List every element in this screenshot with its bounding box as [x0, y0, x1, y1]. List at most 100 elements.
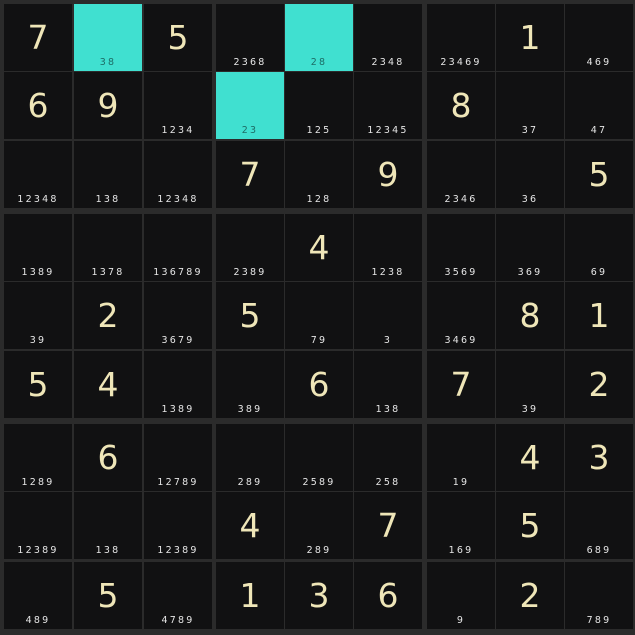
sudoku-cell-r8-c1[interactable]: 12389: [4, 492, 72, 559]
sudoku-cell-r5-c7[interactable]: 3469: [427, 282, 495, 349]
sudoku-cell-r8-c2[interactable]: 138: [74, 492, 142, 559]
sudoku-cell-r6-c7[interactable]: 7: [427, 351, 495, 418]
sudoku-cell-r3-c2[interactable]: 138: [74, 141, 142, 208]
sudoku-cell-r2-c3[interactable]: 1234: [144, 72, 212, 139]
sudoku-cell-r3-c7[interactable]: 2346: [427, 141, 495, 208]
sudoku-cell-r5-c5[interactable]: 79: [285, 282, 353, 349]
cell-value: 2: [519, 576, 541, 615]
cell-value: 3: [308, 576, 330, 615]
sudoku-cell-r6-c5[interactable]: 6: [285, 351, 353, 418]
sudoku-cell-r2-c5[interactable]: 125: [285, 72, 353, 139]
sudoku-cell-r3-c8[interactable]: 36: [496, 141, 564, 208]
cell-value: 6: [377, 576, 399, 615]
sudoku-cell-r4-c2[interactable]: 1378: [74, 214, 142, 281]
sudoku-cell-r8-c5[interactable]: 289: [285, 492, 353, 559]
cell-candidates: 289: [237, 477, 263, 488]
cell-candidates: 689: [586, 545, 612, 556]
sudoku-cell-r7-c8[interactable]: 4: [496, 424, 564, 491]
cell-value: 7: [450, 365, 472, 404]
sudoku-cell-r5-c1[interactable]: 39: [4, 282, 72, 349]
sudoku-cell-r4-c6[interactable]: 1238: [354, 214, 422, 281]
sudoku-cell-r1-c4[interactable]: 2368: [216, 4, 284, 71]
sudoku-cell-r6-c3[interactable]: 1389: [144, 351, 212, 418]
sudoku-cell-r6-c6[interactable]: 138: [354, 351, 422, 418]
sudoku-cell-r6-c8[interactable]: 39: [496, 351, 564, 418]
sudoku-cell-r7-c6[interactable]: 258: [354, 424, 422, 491]
cell-candidates: 39: [29, 335, 47, 346]
sudoku-cell-r1-c7[interactable]: 23469: [427, 4, 495, 71]
cell-value: 5: [167, 18, 189, 57]
sudoku-cell-r7-c1[interactable]: 1289: [4, 424, 72, 491]
sudoku-cell-r3-c5[interactable]: 128: [285, 141, 353, 208]
sudoku-cell-r7-c3[interactable]: 12789: [144, 424, 212, 491]
sudoku-cell-r8-c4[interactable]: 4: [216, 492, 284, 559]
sudoku-cell-r4-c3[interactable]: 136789: [144, 214, 212, 281]
sudoku-cell-r7-c2[interactable]: 6: [74, 424, 142, 491]
cell-value: 4: [97, 365, 119, 404]
sudoku-cell-r6-c9[interactable]: 2: [565, 351, 633, 418]
sudoku-cell-r6-c2[interactable]: 4: [74, 351, 142, 418]
sudoku-cell-r8-c7[interactable]: 169: [427, 492, 495, 559]
sudoku-cell-r5-c9[interactable]: 1: [565, 282, 633, 349]
sudoku-cell-r1-c2[interactable]: 38: [74, 4, 142, 71]
sudoku-cell-r5-c6[interactable]: 3: [354, 282, 422, 349]
sudoku-cell-r3-c4[interactable]: 7: [216, 141, 284, 208]
sudoku-cell-r8-c8[interactable]: 5: [496, 492, 564, 559]
cell-candidates: 1389: [161, 404, 195, 415]
sudoku-cell-r2-c4[interactable]: 23: [216, 72, 284, 139]
sudoku-cell-r9-c1[interactable]: 489: [4, 562, 72, 629]
sudoku-cell-r2-c6[interactable]: 12345: [354, 72, 422, 139]
sudoku-cell-r7-c9[interactable]: 3: [565, 424, 633, 491]
cell-value: 1: [239, 576, 261, 615]
sudoku-cell-r9-c3[interactable]: 4789: [144, 562, 212, 629]
sudoku-cell-r4-c5[interactable]: 4: [285, 214, 353, 281]
sudoku-cell-r1-c3[interactable]: 5: [144, 4, 212, 71]
sudoku-cell-r9-c9[interactable]: 789: [565, 562, 633, 629]
cell-value: 4: [239, 506, 261, 545]
sudoku-cell-r7-c7[interactable]: 19: [427, 424, 495, 491]
sudoku-cell-r8-c6[interactable]: 7: [354, 492, 422, 559]
sudoku-cell-r1-c6[interactable]: 2348: [354, 4, 422, 71]
cell-value: 6: [27, 86, 49, 125]
sudoku-cell-r4-c7[interactable]: 3569: [427, 214, 495, 281]
cell-candidates: 2589: [302, 477, 336, 488]
sudoku-cell-r2-c2[interactable]: 9: [74, 72, 142, 139]
sudoku-cell-r6-c4[interactable]: 389: [216, 351, 284, 418]
sudoku-cell-r1-c8[interactable]: 1: [496, 4, 564, 71]
sudoku-cell-r4-c9[interactable]: 69: [565, 214, 633, 281]
sudoku-cell-r9-c7[interactable]: 9: [427, 562, 495, 629]
sudoku-cell-r5-c8[interactable]: 8: [496, 282, 564, 349]
sudoku-cell-r6-c1[interactable]: 5: [4, 351, 72, 418]
sudoku-cell-r3-c9[interactable]: 5: [565, 141, 633, 208]
sudoku-cell-r5-c4[interactable]: 5: [216, 282, 284, 349]
cell-value: 8: [519, 296, 541, 335]
sudoku-cell-r4-c1[interactable]: 1389: [4, 214, 72, 281]
sudoku-cell-r3-c3[interactable]: 12348: [144, 141, 212, 208]
cell-candidates: 79: [310, 335, 328, 346]
sudoku-cell-r8-c3[interactable]: 12389: [144, 492, 212, 559]
sudoku-cell-r9-c6[interactable]: 6: [354, 562, 422, 629]
sudoku-cell-r2-c8[interactable]: 37: [496, 72, 564, 139]
sudoku-cell-r1-c9[interactable]: 469: [565, 4, 633, 71]
sudoku-cell-r4-c8[interactable]: 369: [496, 214, 564, 281]
sudoku-cell-r5-c2[interactable]: 2: [74, 282, 142, 349]
sudoku-cell-r1-c5[interactable]: 28: [285, 4, 353, 71]
sudoku-cell-r8-c9[interactable]: 689: [565, 492, 633, 559]
sudoku-cell-r4-c4[interactable]: 2389: [216, 214, 284, 281]
sudoku-cell-r2-c9[interactable]: 47: [565, 72, 633, 139]
sudoku-cell-r1-c1[interactable]: 7: [4, 4, 72, 71]
sudoku-cell-r9-c5[interactable]: 3: [285, 562, 353, 629]
sudoku-cell-r5-c3[interactable]: 3679: [144, 282, 212, 349]
sudoku-cell-r9-c4[interactable]: 1: [216, 562, 284, 629]
cell-candidates: 125: [306, 125, 332, 136]
cell-value: 7: [377, 506, 399, 545]
sudoku-cell-r3-c1[interactable]: 12348: [4, 141, 72, 208]
sudoku-cell-r9-c2[interactable]: 5: [74, 562, 142, 629]
sudoku-cell-r3-c6[interactable]: 9: [354, 141, 422, 208]
sudoku-cell-r7-c4[interactable]: 289: [216, 424, 284, 491]
cell-candidates: 289: [306, 545, 332, 556]
sudoku-cell-r9-c8[interactable]: 2: [496, 562, 564, 629]
sudoku-cell-r7-c5[interactable]: 2589: [285, 424, 353, 491]
sudoku-cell-r2-c1[interactable]: 6: [4, 72, 72, 139]
sudoku-cell-r2-c7[interactable]: 8: [427, 72, 495, 139]
